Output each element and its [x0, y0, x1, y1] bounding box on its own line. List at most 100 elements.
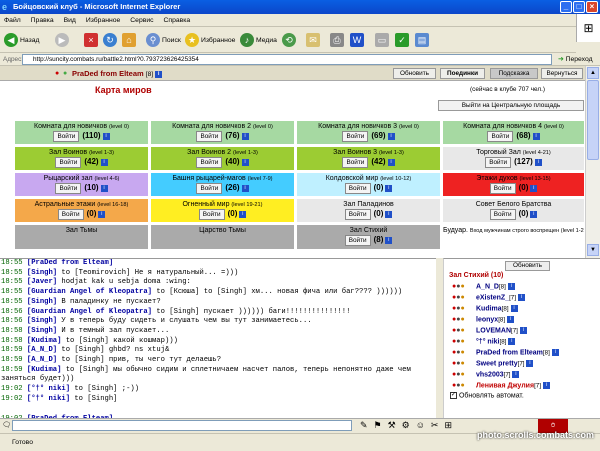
scroll-thumb[interactable]: [587, 80, 599, 160]
vertical-scrollbar[interactable]: ▲ ▼: [585, 66, 600, 258]
menu-favorites[interactable]: Избранное: [86, 17, 120, 24]
chat-author[interactable]: [°†° niki]: [27, 395, 70, 403]
enter-room-button[interactable]: Войти: [487, 131, 514, 142]
maximize-button[interactable]: □: [573, 1, 585, 13]
menu-file[interactable]: Файл: [4, 17, 21, 24]
user-list-item[interactable]: ●●● A_N_D[8] i: [452, 283, 515, 294]
messenger-button[interactable]: ✓: [395, 30, 411, 50]
user-list-item[interactable]: ●●● leonyx[8] i: [452, 316, 515, 327]
stop-button[interactable]: ×: [84, 30, 100, 50]
mail-button[interactable]: ✉: [306, 30, 322, 50]
return-button[interactable]: Вернуться: [541, 68, 583, 79]
chat-author[interactable]: [Kudima]: [27, 337, 62, 345]
enter-room-button[interactable]: Войти: [196, 157, 223, 168]
chat-author[interactable]: [Singh]: [27, 317, 57, 325]
chat-author[interactable]: [Javer]: [27, 278, 57, 286]
info-icon[interactable]: i: [507, 316, 515, 323]
hint-button[interactable]: Подсказка: [490, 68, 538, 79]
enter-room-button[interactable]: Войти: [55, 183, 82, 194]
player-name[interactable]: PraDed from Elteam [8] i: [72, 66, 163, 82]
battles-button[interactable]: Поединки: [440, 68, 485, 79]
info-icon[interactable]: i: [387, 132, 395, 140]
info-icon[interactable]: i: [385, 184, 393, 192]
enter-room-button[interactable]: Войти: [342, 131, 369, 142]
info-icon[interactable]: i: [102, 132, 110, 140]
chat-author[interactable]: [°†° niki]: [27, 385, 70, 393]
info-icon[interactable]: i: [534, 158, 542, 166]
info-icon[interactable]: i: [241, 132, 249, 140]
checkbox-icon[interactable]: ✓: [450, 392, 457, 399]
user-name[interactable]: PraDed from Elteam: [476, 349, 543, 356]
history-button[interactable]: ⟲: [282, 30, 298, 50]
enter-room-button[interactable]: Войти: [198, 209, 225, 220]
info-icon[interactable]: i: [530, 210, 538, 218]
user-list-item[interactable]: ●●● °†° niki[8] i: [452, 338, 516, 349]
info-icon[interactable]: i: [526, 360, 534, 367]
forward-button[interactable]: ▶: [55, 30, 71, 50]
media-button[interactable]: ♪ Медиа: [240, 30, 277, 50]
chat-author[interactable]: [A_N_D]: [27, 356, 57, 364]
auto-refresh-toggle[interactable]: ✓ Обновлять автомат.: [450, 392, 524, 399]
info-icon[interactable]: i: [241, 184, 249, 192]
edit-button[interactable]: W: [350, 30, 366, 50]
info-icon[interactable]: i: [551, 349, 559, 356]
user-name[interactable]: Kudima: [476, 305, 502, 312]
menu-edit[interactable]: Правка: [31, 17, 54, 24]
minimize-button[interactable]: _: [560, 1, 572, 13]
enter-room-button[interactable]: Войти: [53, 131, 80, 142]
chat-author[interactable]: [PraDed from Elteam]: [27, 259, 113, 267]
info-icon[interactable]: i: [100, 158, 108, 166]
chat-icon[interactable]: 🗨: [2, 421, 11, 429]
user-name[interactable]: leonyx: [476, 316, 498, 323]
enter-room-button[interactable]: Войти: [489, 183, 516, 194]
info-icon[interactable]: i: [530, 184, 538, 192]
print-button[interactable]: ⎙: [330, 30, 346, 50]
info-icon[interactable]: i: [532, 132, 540, 140]
chat-author[interactable]: [Guardian Angel of Kleopatra]: [27, 308, 152, 316]
info-icon[interactable]: i: [385, 236, 393, 244]
info-icon[interactable]: i: [510, 305, 518, 312]
chat-author[interactable]: [Singh]: [27, 269, 57, 277]
chat-author[interactable]: [A_N_D]: [27, 346, 57, 354]
info-icon[interactable]: i: [387, 158, 395, 166]
scroll-down-icon[interactable]: ▼: [587, 244, 599, 256]
info-icon[interactable]: i: [512, 371, 520, 378]
enter-room-button[interactable]: Войти: [55, 157, 82, 168]
chat-author[interactable]: [Kudima]: [27, 366, 62, 374]
info-icon[interactable]: i: [507, 283, 515, 290]
user-name[interactable]: LOVEMAN: [476, 327, 511, 334]
enter-room-button[interactable]: Войти: [57, 209, 84, 220]
search-button[interactable]: ⚲ Поиск: [146, 30, 181, 50]
info-icon[interactable]: i: [517, 294, 525, 301]
close-button[interactable]: ×: [586, 1, 598, 13]
info-icon[interactable]: i: [98, 210, 106, 218]
chat-tool-icons[interactable]: ✎⚑⚒⚙☺✂⊞: [360, 420, 458, 431]
info-icon[interactable]: i: [239, 210, 247, 218]
menu-help[interactable]: Справка: [163, 17, 190, 24]
enter-room-button[interactable]: Войти: [485, 157, 512, 168]
enter-room-button[interactable]: Войти: [344, 209, 371, 220]
address-input[interactable]: http://suncity.combats.ru/battle2.html?0…: [22, 54, 552, 65]
info-icon[interactable]: i: [385, 210, 393, 218]
user-list-item[interactable]: ●●● Kudima[8] i: [452, 305, 518, 316]
scroll-up-icon[interactable]: ▲: [587, 67, 599, 79]
chat-input[interactable]: [12, 420, 352, 431]
info-icon[interactable]: i: [519, 327, 527, 334]
enter-room-button[interactable]: Войти: [344, 183, 371, 194]
exit-center-square-button[interactable]: Выйти на Центральную площадь: [438, 100, 584, 111]
user-name[interactable]: vhs2003: [476, 371, 504, 378]
user-list-item[interactable]: ●●● eXistenZ_[7] i: [452, 294, 525, 305]
info-icon[interactable]: i: [241, 158, 249, 166]
enter-room-button[interactable]: Войти: [196, 131, 223, 142]
user-list-item[interactable]: ●●● LOVEMAN[7] i: [452, 327, 527, 338]
chat-author[interactable]: [Singh]: [27, 298, 57, 306]
enter-room-button[interactable]: Войти: [344, 235, 371, 246]
favorites-button[interactable]: ★ Избранное: [185, 30, 235, 50]
discuss-button[interactable]: ▭: [375, 30, 391, 50]
refresh-users-button[interactable]: Обновить: [505, 261, 550, 271]
enter-room-button[interactable]: Войти: [489, 209, 516, 220]
user-name[interactable]: eXistenZ_: [476, 294, 509, 301]
info-icon[interactable]: i: [542, 382, 550, 389]
menu-tools[interactable]: Сервис: [130, 17, 153, 24]
refresh-button[interactable]: ↻: [103, 30, 119, 50]
